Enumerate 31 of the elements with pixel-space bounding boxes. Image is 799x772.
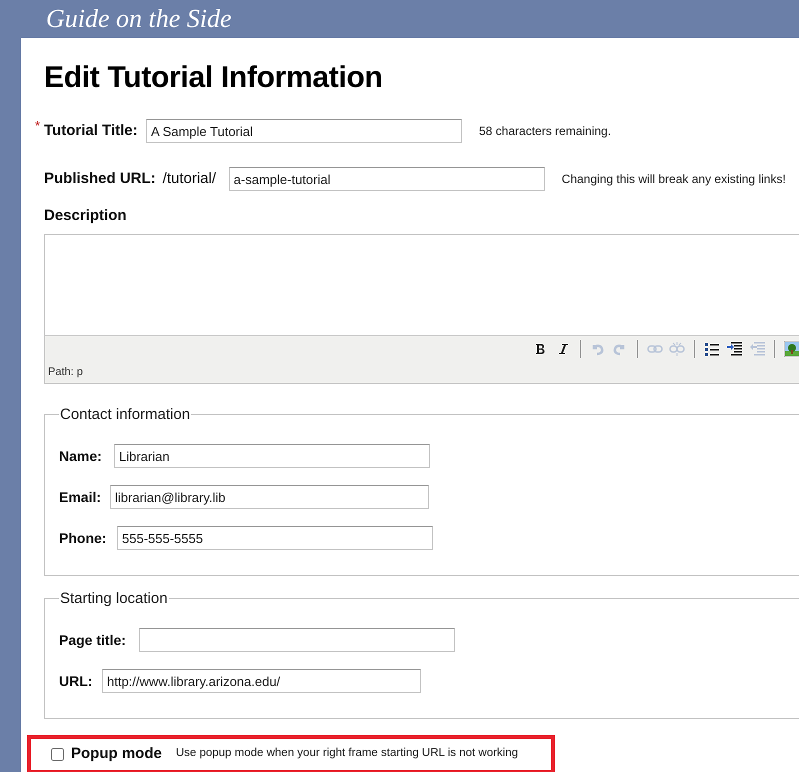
text-field[interactable]: Librarian <box>114 444 430 468</box>
popup-checkbox[interactable] <box>51 748 64 760</box>
indent-icon[interactable] <box>726 341 743 357</box>
text-field[interactable]: http://www.library.arizona.edu/ <box>102 669 421 693</box>
popup-label[interactable]: Popup mode <box>71 742 162 766</box>
bullet-list-icon[interactable] <box>704 341 720 357</box>
required-mark: * <box>35 117 40 135</box>
editor-path: Path: p <box>48 365 83 380</box>
image-icon[interactable] <box>784 341 799 357</box>
field-label: Published URL: <box>44 168 156 189</box>
field-label: Description <box>44 206 128 226</box>
section-legend: Starting location <box>59 588 169 610</box>
popup-hint: Use popup mode when your right frame starting URL is not working <box>176 746 518 762</box>
warning-text: Changing this will break any existing links! <box>562 171 786 188</box>
field-label: URL: <box>59 672 94 690</box>
field-label: Phone: <box>59 528 108 548</box>
text-field[interactable]: 555-555-5555 <box>117 526 433 550</box>
text-field[interactable] <box>139 628 455 652</box>
site-title: Guide on the Side <box>46 6 232 32</box>
url-prefix: /tutorial/ <box>162 168 218 189</box>
field-label: Name: <box>59 446 103 466</box>
characters-remaining: 58 characters remaining. <box>479 123 612 140</box>
field-label: Tutorial Title: <box>44 120 139 141</box>
field-label: Email: <box>59 488 102 506</box>
section-legend: Contact information <box>59 404 192 426</box>
text-field[interactable]: A Sample Tutorial <box>146 119 462 143</box>
field-label: Page title: <box>59 630 127 650</box>
text-field[interactable]: a-sample-tutorial <box>228 167 545 191</box>
page-title: Edit Tutorial Information <box>44 60 384 96</box>
rich-text-editor[interactable]: Path: p <box>44 234 799 384</box>
text-field[interactable]: librarian@library.lib <box>110 485 429 509</box>
